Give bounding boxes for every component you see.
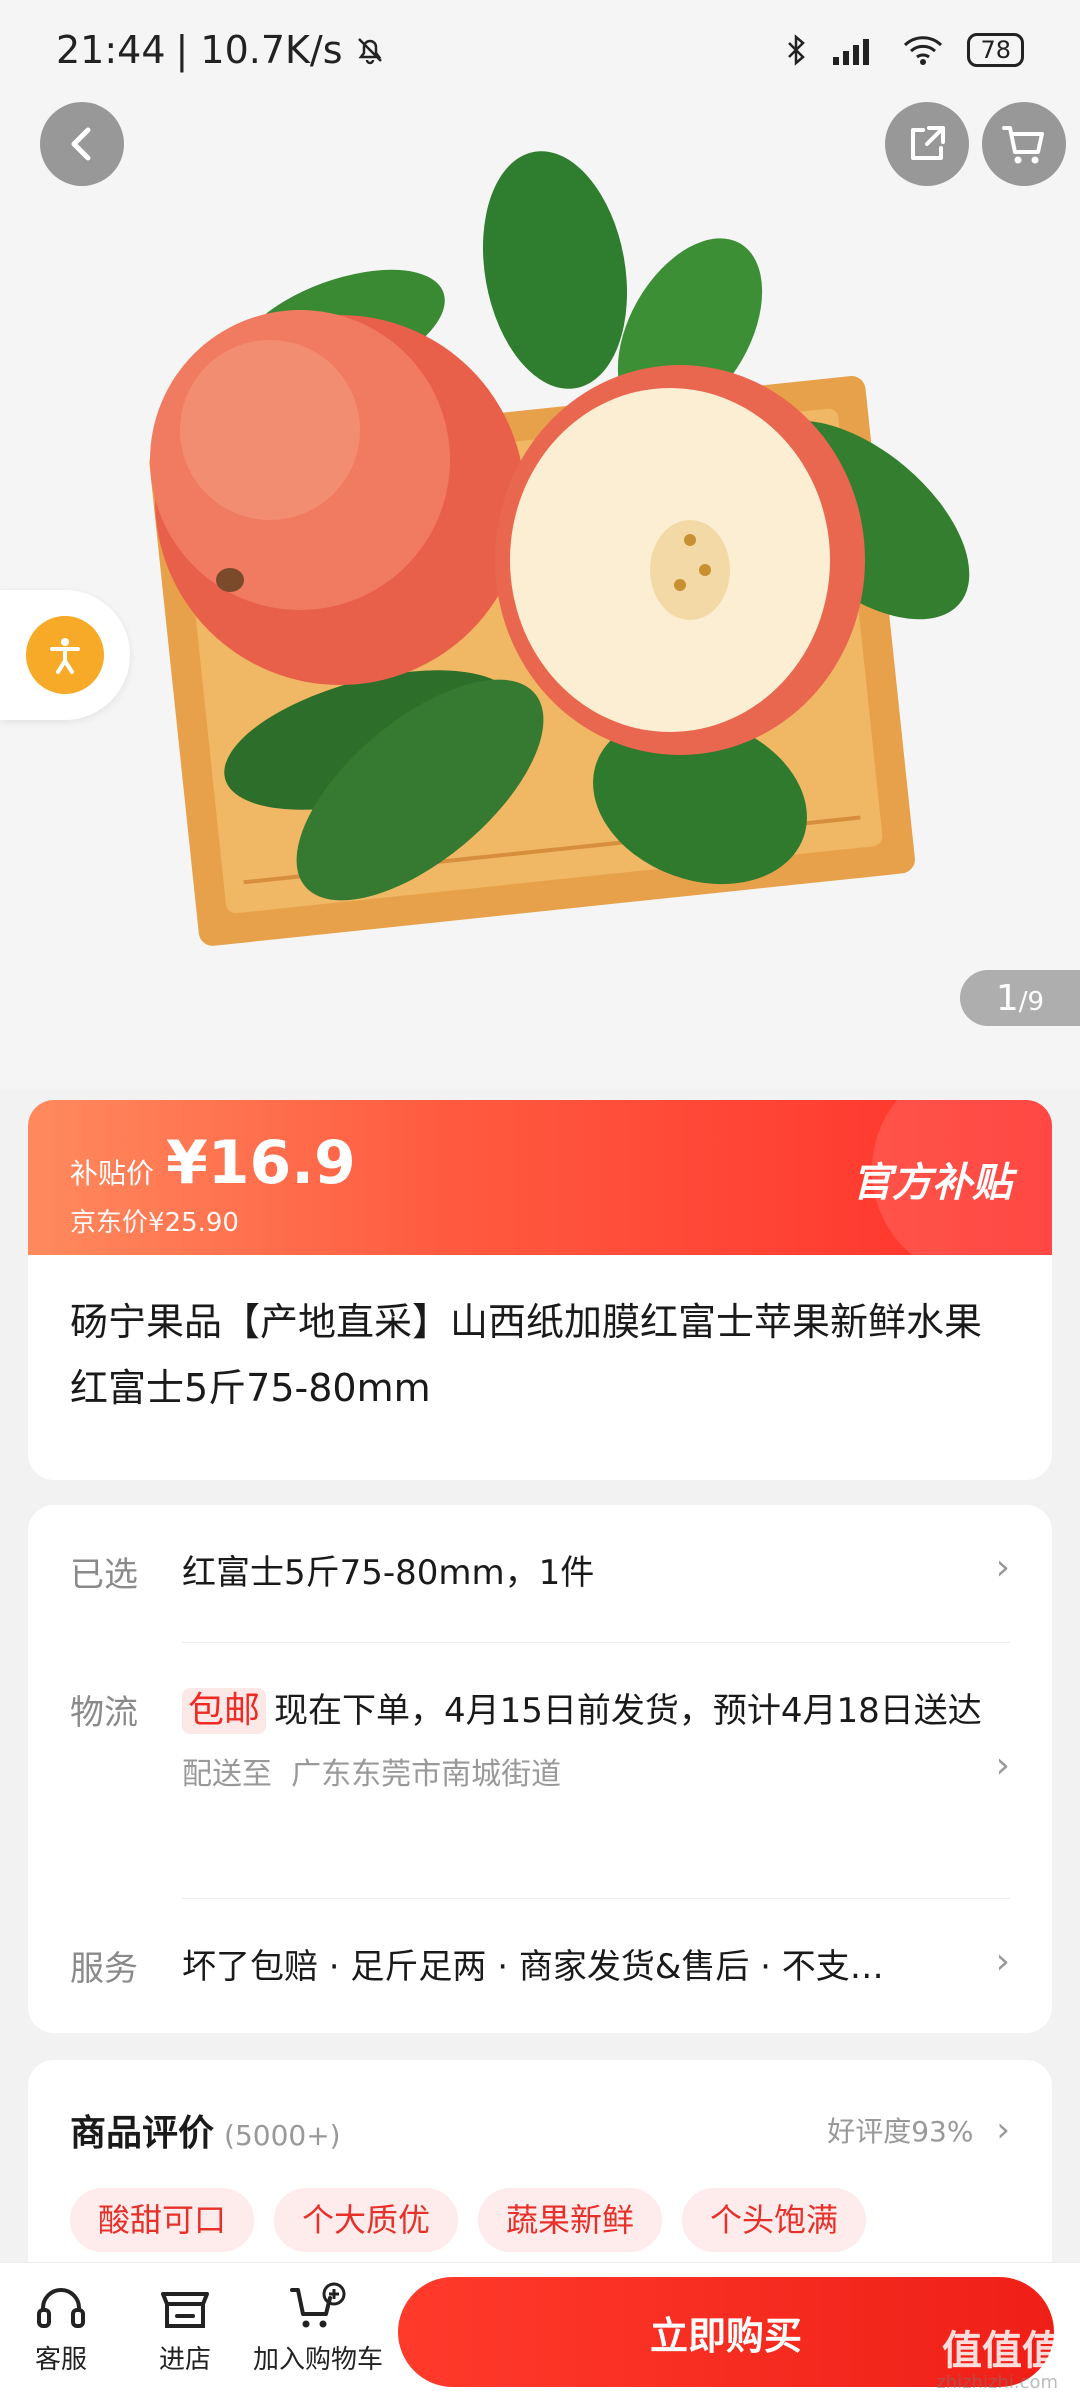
gallery-pager: 1/9 <box>960 970 1080 1026</box>
subsidy-label: 补贴价 <box>70 1157 155 1190</box>
cart-icon <box>1002 126 1044 164</box>
review-tags: 酸甜可口 个大质优 蔬果新鲜 个头饱满 <box>70 2188 867 2252</box>
bottom-action-bar: 客服 进店 加入购物车 立即购买 <box>0 2262 1080 2400</box>
logistics-value: 现在下单，4月15日前发货，预计4月18日送达 <box>274 1691 982 1731</box>
jd-price: 京东价¥25.90 <box>70 1208 239 1238</box>
accessibility-icon <box>26 616 104 694</box>
review-tag[interactable]: 蔬果新鲜 <box>478 2188 663 2252</box>
cart-button[interactable] <box>982 102 1066 186</box>
divider <box>182 1898 1010 1899</box>
share-button[interactable] <box>885 102 969 186</box>
bluetooth-icon <box>788 34 806 66</box>
service-label: 服务 <box>70 1949 138 1989</box>
customer-service-button[interactable]: 客服 <box>24 2277 98 2376</box>
price-banner: 补贴价 ¥16.9 京东价¥25.90 官方补贴 <box>28 1100 1052 1280</box>
official-subsidy-badge: 官方补贴 <box>852 1160 1012 1206</box>
status-time: 21:44 <box>56 28 166 72</box>
pager-total: /9 <box>1018 987 1045 1017</box>
review-tag[interactable]: 个头饱满 <box>682 2188 867 2252</box>
headset-icon <box>37 2288 85 2328</box>
add-cart-icon <box>290 2282 346 2328</box>
reviews-title: 商品评价 <box>70 2113 215 2154</box>
status-bar: 21:44 | 10.7K/s 78 <box>0 0 1080 100</box>
chevron-right-icon: › <box>995 1745 1010 1786</box>
add-to-cart-button[interactable]: 加入购物车 <box>248 2277 388 2376</box>
deliver-to-address: 广东东莞市南城街道 <box>291 1757 562 1792</box>
reviews-rating-row[interactable]: 好评度93% › <box>827 2110 1010 2150</box>
store-label: 进店 <box>158 2345 211 2375</box>
review-tag[interactable]: 个大质优 <box>274 2188 459 2252</box>
logistics-row[interactable]: 物流 包邮 现在下单，4月15日前发货，预计4月18日送达 配送至 广东东莞市南城… <box>70 1685 1010 1801</box>
accessibility-button[interactable] <box>0 590 130 720</box>
review-tag[interactable]: 酸甜可口 <box>70 2188 255 2252</box>
mute-icon <box>357 38 382 65</box>
price-card: 补贴价 ¥16.9 京东价¥25.90 官方补贴 砀宁果品【产地直采】山西纸加膜… <box>28 1100 1052 1480</box>
service-value: 坏了包赔 · 足斤足两 · 商家发货&售后 · 不支… <box>182 1947 884 1987</box>
signal-icon <box>833 39 870 65</box>
service-row[interactable]: 服务 坏了包赔 · 足斤足两 · 商家发货&售后 · 不支… › <box>70 1941 1010 1993</box>
watermark-site: zhizhizhi.com <box>936 2372 1058 2393</box>
subsidy-price: ¥16.9 <box>166 1128 356 1198</box>
store-button[interactable]: 进店 <box>148 2277 222 2376</box>
divider <box>182 1642 1010 1643</box>
options-card: 已选 红富士5斤75-80mm，1件 › 物流 包邮 现在下单，4月15日前发货，… <box>28 1505 1052 2033</box>
product-gallery[interactable]: 1/9 <box>0 0 1080 1090</box>
positive-rate: 好评度93% <box>827 2115 974 2148</box>
deliver-to-label: 配送至 <box>182 1757 272 1792</box>
network-speed: | 10.7K/s <box>175 28 343 72</box>
reviews-count: (5000+) <box>224 2119 341 2152</box>
battery-indicator: 78 <box>967 33 1024 67</box>
customer-service-label: 客服 <box>34 2345 87 2375</box>
chevron-right-icon: › <box>996 2110 1010 2150</box>
chevron-left-icon <box>71 127 91 161</box>
selected-spec-row[interactable]: 已选 红富士5斤75-80mm，1件 › <box>70 1547 1010 1599</box>
chevron-right-icon: › <box>995 1941 1010 1982</box>
chevron-right-icon: › <box>995 1547 1010 1588</box>
reviews-title-row: 商品评价 (5000+) <box>70 2104 341 2156</box>
selected-value: 红富士5斤75-80mm，1件 <box>182 1553 595 1593</box>
selected-label: 已选 <box>70 1555 138 1595</box>
pager-current: 1 <box>995 977 1019 1019</box>
product-title: 砀宁果品【产地直采】山西纸加膜红富士苹果新鲜水果 红富士5斤75-80mm <box>70 1300 983 1410</box>
free-shipping-tag: 包邮 <box>182 1688 267 1734</box>
share-icon <box>911 126 945 160</box>
watermark-logo: 值值值 <box>942 2328 1062 2374</box>
logistics-label: 物流 <box>70 1693 138 1733</box>
wifi-icon <box>904 36 943 65</box>
back-button[interactable] <box>40 102 124 186</box>
store-icon <box>161 2292 209 2328</box>
add-to-cart-label: 加入购物车 <box>252 2345 383 2375</box>
